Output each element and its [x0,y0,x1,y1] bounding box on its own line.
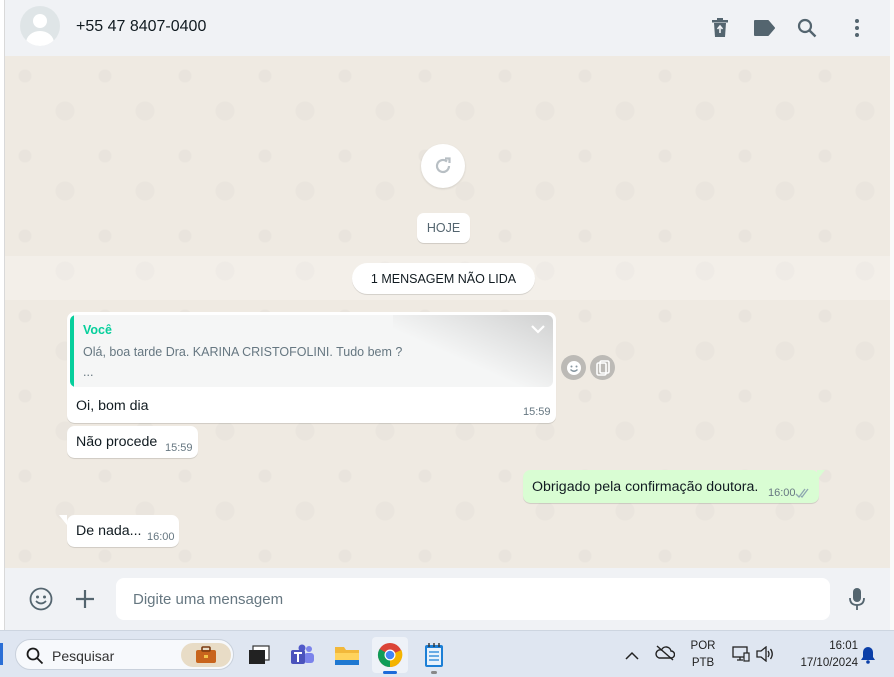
message-text: De nada... [76,523,142,539]
message-composer [5,568,890,630]
menu-icon[interactable] [845,16,869,40]
file-explorer-icon[interactable] [329,637,365,673]
windows-taskbar: Pesquisar POR PTB 16:01 17/10/2024 [0,630,894,677]
read-receipt-icon [795,487,811,503]
quote-author: Você [83,323,112,337]
message-time: 15:59 [165,442,193,454]
message-bubble-outgoing[interactable]: Obrigado pela confirmação doutora. 16:00 [523,470,819,503]
message-bubble-incoming[interactable]: Não procede 15:59 [67,426,198,458]
chrome-icon[interactable] [372,637,408,674]
taskbar-search-label: Pesquisar [52,648,115,664]
message-bubble-incoming[interactable]: De nada... 16:00 [67,515,179,547]
task-view-icon[interactable] [241,637,277,673]
clock-time[interactable]: 16:01 [818,640,858,652]
keyboard-layout-indicator[interactable]: PTB [690,657,716,669]
quote-ellipsis: ... [83,365,94,379]
volume-icon[interactable] [756,645,774,667]
message-input[interactable] [116,578,830,620]
chat-header: +55 47 8407-0400 [5,0,890,56]
microphone-icon[interactable] [844,586,870,612]
scrollbar[interactable] [890,0,894,630]
message-text: Não procede [76,434,158,450]
copy-icon[interactable] [590,355,615,380]
notification-bell-icon[interactable] [860,646,876,669]
start-button-edge[interactable] [0,643,3,665]
chevron-up-icon[interactable] [625,648,639,666]
notepad-icon[interactable] [416,637,452,674]
emoji-reaction-icon[interactable] [561,355,586,380]
bubble-tail [59,515,67,525]
load-older-messages-button[interactable] [421,144,465,188]
avatar[interactable] [20,6,60,46]
message-text: Oi, bom dia [76,398,149,414]
contact-name[interactable]: +55 47 8407-0400 [76,18,206,36]
unread-count-label: 1 MENSAGEM NÃO LIDA [352,263,535,294]
quote-text: Olá, boa tarde Dra. KARINA CRISTOFOLINI.… [83,345,403,359]
refresh-icon [435,157,451,174]
search-icon[interactable] [795,16,819,40]
message-text: Obrigado pela confirmação doutora. [532,479,759,495]
briefcase-icon [181,643,231,667]
clock-date[interactable]: 17/10/2024 [786,657,858,669]
quoted-message[interactable]: Você Olá, boa tarde Dra. KARINA CRISTOFO… [70,315,553,387]
onedrive-offline-icon[interactable] [655,645,676,666]
network-icon[interactable] [732,645,750,668]
attach-plus-icon[interactable] [72,586,98,612]
language-indicator[interactable]: POR [690,640,716,652]
taskbar-search[interactable]: Pesquisar [15,639,234,670]
chevron-down-icon[interactable] [529,322,547,336]
label-icon[interactable] [752,16,776,40]
message-time: 15:59 [523,406,551,418]
date-separator: HOJE [417,213,470,243]
bubble-tail [817,470,825,480]
delete-icon[interactable] [708,16,732,40]
emoji-icon[interactable] [28,586,54,612]
search-icon [26,647,44,665]
message-bubble-incoming[interactable]: Você Olá, boa tarde Dra. KARINA CRISTOFO… [67,312,556,423]
teams-icon[interactable] [285,637,321,673]
message-time: 16:00 [147,531,175,543]
message-time: 16:00 [768,487,796,499]
chat-panel[interactable]: HOJE 1 MENSAGEM NÃO LIDA Você Olá, boa t… [5,56,890,568]
